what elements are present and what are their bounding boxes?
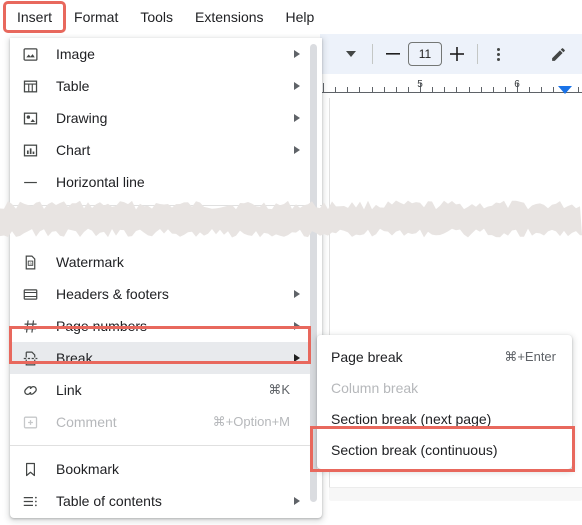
menu-item-label: Headers & footers [56,286,169,302]
chart-icon [22,140,46,160]
menu-item-label: Table of contents [56,493,162,509]
submenu-item-label: Section break (next page) [331,410,492,427]
menu-item-label: Table [56,78,90,94]
menu-item-break[interactable]: Break [10,342,322,374]
menu-item-label: Page numbers [56,318,148,334]
toolbar-divider-2 [477,44,478,64]
menu-item-comment: Comment ⌘+Option+M [10,406,322,438]
menu-item-table-of-contents[interactable]: Table of contents [10,485,322,517]
menubar-item-insert[interactable]: Insert [2,1,67,33]
menu-item-label: Image [56,46,95,62]
submenu-item-shortcut: ⌘+Enter [504,348,556,364]
submenu-arrow-icon [294,497,300,505]
menu-item-shortcut: ⌘+Option+M [212,414,290,429]
ruler-baseline [320,92,582,93]
menu-item-label: Horizontal line [56,174,145,190]
menu-item-drawing[interactable]: Drawing [10,102,322,134]
submenu-arrow-icon [294,322,300,330]
submenu-item-page-break[interactable]: Page break ⌘+Enter [317,341,572,372]
menu-item-image[interactable]: Image [10,38,322,70]
submenu-arrow-icon [294,50,300,58]
menu-item-table[interactable]: Table [10,70,322,102]
menu-item-bookmark[interactable]: Bookmark [10,453,322,485]
menu-item-shortcut: ⌘K [268,382,290,397]
formatting-toolbar: 11 [320,34,582,74]
break-icon [22,348,46,368]
break-submenu: Page break ⌘+Enter Column break Section bre… [317,335,572,469]
menu-item-chart[interactable]: Chart [10,134,322,166]
bookmark-icon [22,459,46,479]
menu-item-label: Chart [56,142,91,158]
submenu-item-column-break: Column break [317,372,572,403]
submenu-item-section-break-next-page[interactable]: Section break (next page) [317,403,572,434]
chevron-down-icon[interactable] [338,41,364,67]
menu-item-label: Break [56,350,93,366]
ruler-number: 5 [417,79,423,90]
menubar-item-extensions[interactable]: Extensions [184,4,274,30]
table-of-contents-icon [22,491,46,511]
submenu-arrow-icon [294,290,300,298]
submenu-arrow-icon [294,146,300,154]
font-size-input[interactable]: 11 [408,42,442,66]
ruler-number: 6 [514,79,520,90]
drawing-icon [22,108,46,128]
menu-item-label: Bookmark [56,461,120,477]
headers-footers-icon [22,284,46,304]
horizontal-line-icon [22,172,46,192]
menu-item-link[interactable]: Link ⌘K [10,374,322,406]
document-page-edge [329,487,582,501]
toolbar-divider [372,44,373,64]
menu-item-watermark[interactable]: a Watermark [10,246,322,278]
submenu-item-label: Page break [331,348,403,365]
menu-item-label: Comment [56,414,117,430]
menu-item-headers-footers[interactable]: Headers & footers [10,278,322,310]
image-icon [22,44,46,64]
menu-item-label: Link [56,382,82,398]
menubar-item-help[interactable]: Help [275,4,326,30]
menu-separator [10,205,322,206]
edit-mode-pencil-icon[interactable] [546,42,570,66]
horizontal-ruler[interactable]: 56 [320,74,582,98]
comment-icon [22,412,46,432]
menu-item-page-numbers[interactable]: Page numbers [10,310,322,342]
watermark-icon: a [22,252,46,272]
table-icon [22,76,46,96]
insert-dropdown-menu: Image Table Drawing Chart Horizontal line a Wa… [10,38,322,518]
menu-scrollbar-thumb[interactable] [310,44,317,502]
submenu-arrow-icon [294,82,300,90]
more-options-icon[interactable] [486,42,510,66]
screenshot-root: 11 56 Insert Format Tools Extensions Hel… [0,0,582,525]
submenu-arrow-icon [294,114,300,122]
menu-item-horizontal-line[interactable]: Horizontal line [10,166,322,198]
page-numbers-icon [22,316,46,336]
menu-bar: Insert Format Tools Extensions Help [0,0,582,34]
menu-item-label: Watermark [56,254,124,270]
menubar-item-format[interactable]: Format [63,4,129,30]
right-indent-marker[interactable] [558,86,572,94]
menubar-item-tools[interactable]: Tools [129,4,184,30]
increase-font-size-button[interactable] [445,42,469,66]
menu-separator [10,445,322,446]
link-icon [22,380,46,400]
document-below-page [329,501,582,525]
submenu-item-label: Section break (continuous) [331,441,498,458]
decrease-font-size-button[interactable] [381,42,405,66]
submenu-item-section-break-continuous[interactable]: Section break (continuous) [317,434,572,465]
submenu-item-label: Column break [331,379,419,396]
menu-gap [10,213,322,246]
submenu-arrow-icon [294,354,300,362]
menu-item-label: Drawing [56,110,108,126]
